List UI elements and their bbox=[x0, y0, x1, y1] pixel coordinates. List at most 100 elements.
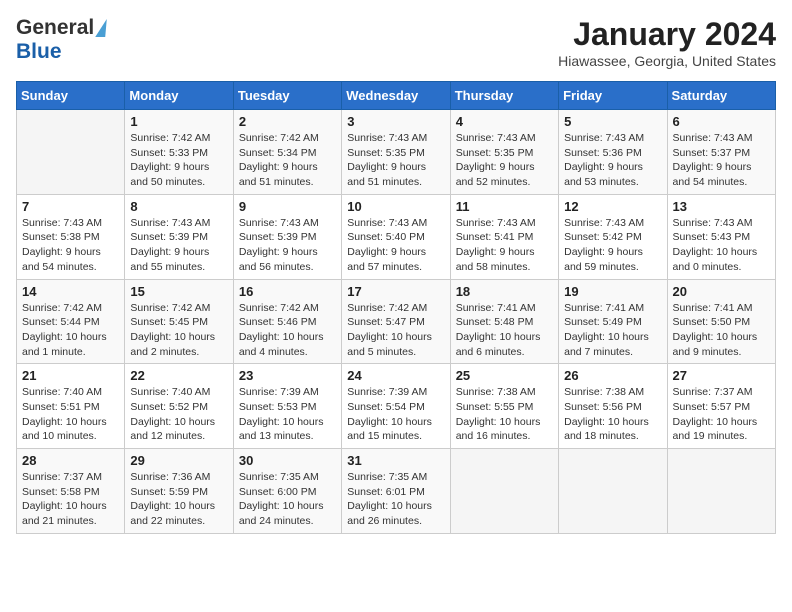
weekday-header-tuesday: Tuesday bbox=[233, 82, 341, 110]
page-subtitle: Hiawassee, Georgia, United States bbox=[558, 53, 776, 69]
day-number: 28 bbox=[22, 453, 119, 468]
day-number: 1 bbox=[130, 114, 227, 129]
day-info: Sunrise: 7:43 AMSunset: 5:39 PMDaylight:… bbox=[239, 216, 336, 275]
day-info: Sunrise: 7:37 AMSunset: 5:57 PMDaylight:… bbox=[673, 385, 770, 444]
day-number: 31 bbox=[347, 453, 444, 468]
logo-general-text: General bbox=[16, 16, 94, 40]
calendar-cell bbox=[667, 449, 775, 534]
calendar-cell: 7Sunrise: 7:43 AMSunset: 5:38 PMDaylight… bbox=[17, 194, 125, 279]
day-info: Sunrise: 7:38 AMSunset: 5:56 PMDaylight:… bbox=[564, 385, 661, 444]
calendar-table: SundayMondayTuesdayWednesdayThursdayFrid… bbox=[16, 81, 776, 534]
calendar-cell: 19 Sunrise: 7:41 AMSunset: 5:49 PMDayligh… bbox=[559, 279, 667, 364]
day-info: Sunrise: 7:40 AMSunset: 5:51 PMDaylight:… bbox=[22, 385, 119, 444]
day-info: Sunrise: 7:38 AMSunset: 5:55 PMDaylight:… bbox=[456, 385, 553, 444]
day-info: Sunrise: 7:42 AMSunset: 5:46 PMDaylight:… bbox=[239, 301, 336, 360]
day-number: 13 bbox=[673, 199, 770, 214]
calendar-cell: 15Sunrise: 7:42 AMSunset: 5:45 PMDayligh… bbox=[125, 279, 233, 364]
calendar-cell: 8Sunrise: 7:43 AMSunset: 5:39 PMDaylight… bbox=[125, 194, 233, 279]
day-number: 29 bbox=[130, 453, 227, 468]
calendar-cell: 31 Sunrise: 7:35 AMSunset: 6:01 PMDayligh… bbox=[342, 449, 450, 534]
calendar-cell: 21 Sunrise: 7:40 AMSunset: 5:51 PMDayligh… bbox=[17, 364, 125, 449]
day-info: Sunrise: 7:37 AMSunset: 5:58 PMDaylight:… bbox=[22, 470, 119, 529]
day-info: Sunrise: 7:41 AMSunset: 5:48 PMDaylight:… bbox=[456, 301, 553, 360]
day-number: 2 bbox=[239, 114, 336, 129]
day-number: 14 bbox=[22, 284, 119, 299]
day-number: 3 bbox=[347, 114, 444, 129]
day-number: 19 bbox=[564, 284, 661, 299]
day-number: 10 bbox=[347, 199, 444, 214]
calendar-cell: 13 Sunrise: 7:43 AMSunset: 5:43 PMDayligh… bbox=[667, 194, 775, 279]
day-number: 25 bbox=[456, 368, 553, 383]
calendar-cell: 2Sunrise: 7:42 AMSunset: 5:34 PMDaylight… bbox=[233, 110, 341, 195]
page-header: General Blue January 2024 Hiawassee, Geo… bbox=[16, 16, 776, 69]
day-number: 24 bbox=[347, 368, 444, 383]
calendar-cell: 27 Sunrise: 7:37 AMSunset: 5:57 PMDayligh… bbox=[667, 364, 775, 449]
day-info: Sunrise: 7:43 AMSunset: 5:41 PMDaylight:… bbox=[456, 216, 553, 275]
day-number: 8 bbox=[130, 199, 227, 214]
day-number: 30 bbox=[239, 453, 336, 468]
day-info: Sunrise: 7:43 AMSunset: 5:36 PMDaylight:… bbox=[564, 131, 661, 190]
calendar-cell: 10 Sunrise: 7:43 AMSunset: 5:40 PMDayligh… bbox=[342, 194, 450, 279]
calendar-cell: 6 Sunrise: 7:43 AMSunset: 5:37 PMDaylight… bbox=[667, 110, 775, 195]
day-number: 26 bbox=[564, 368, 661, 383]
day-number: 6 bbox=[673, 114, 770, 129]
day-number: 16 bbox=[239, 284, 336, 299]
day-info: Sunrise: 7:43 AMSunset: 5:40 PMDaylight:… bbox=[347, 216, 444, 275]
calendar-week-row: 28 Sunrise: 7:37 AMSunset: 5:58 PMDayligh… bbox=[17, 449, 776, 534]
day-info: Sunrise: 7:40 AMSunset: 5:52 PMDaylight:… bbox=[130, 385, 227, 444]
calendar-week-row: 21 Sunrise: 7:40 AMSunset: 5:51 PMDayligh… bbox=[17, 364, 776, 449]
calendar-cell: 5 Sunrise: 7:43 AMSunset: 5:36 PMDaylight… bbox=[559, 110, 667, 195]
day-number: 7 bbox=[22, 199, 119, 214]
calendar-cell: 17 Sunrise: 7:42 AMSunset: 5:47 PMDayligh… bbox=[342, 279, 450, 364]
day-info: Sunrise: 7:36 AMSunset: 5:59 PMDaylight:… bbox=[130, 470, 227, 529]
calendar-cell bbox=[450, 449, 558, 534]
day-number: 27 bbox=[673, 368, 770, 383]
calendar-cell: 3 Sunrise: 7:43 AMSunset: 5:35 PMDaylight… bbox=[342, 110, 450, 195]
logo-blue-text: Blue bbox=[16, 40, 62, 63]
calendar-cell: 22 Sunrise: 7:40 AMSunset: 5:52 PMDayligh… bbox=[125, 364, 233, 449]
day-info: Sunrise: 7:39 AMSunset: 5:53 PMDaylight:… bbox=[239, 385, 336, 444]
day-number: 22 bbox=[130, 368, 227, 383]
day-info: Sunrise: 7:41 AMSunset: 5:49 PMDaylight:… bbox=[564, 301, 661, 360]
calendar-cell: 30 Sunrise: 7:35 AMSunset: 6:00 PMDayligh… bbox=[233, 449, 341, 534]
day-number: 15 bbox=[130, 284, 227, 299]
logo-triangle-icon bbox=[95, 19, 107, 37]
calendar-cell: 16 Sunrise: 7:42 AMSunset: 5:46 PMDayligh… bbox=[233, 279, 341, 364]
day-info: Sunrise: 7:42 AMSunset: 5:33 PMDaylight:… bbox=[130, 131, 227, 190]
weekday-header-sunday: Sunday bbox=[17, 82, 125, 110]
weekday-header-thursday: Thursday bbox=[450, 82, 558, 110]
day-info: Sunrise: 7:35 AMSunset: 6:00 PMDaylight:… bbox=[239, 470, 336, 529]
day-info: Sunrise: 7:39 AMSunset: 5:54 PMDaylight:… bbox=[347, 385, 444, 444]
day-number: 17 bbox=[347, 284, 444, 299]
day-info: Sunrise: 7:43 AMSunset: 5:35 PMDaylight:… bbox=[347, 131, 444, 190]
day-number: 11 bbox=[456, 199, 553, 214]
day-info: Sunrise: 7:41 AMSunset: 5:50 PMDaylight:… bbox=[673, 301, 770, 360]
calendar-cell bbox=[17, 110, 125, 195]
title-block: January 2024 Hiawassee, Georgia, United … bbox=[558, 16, 776, 69]
calendar-cell: 25 Sunrise: 7:38 AMSunset: 5:55 PMDayligh… bbox=[450, 364, 558, 449]
day-info: Sunrise: 7:35 AMSunset: 6:01 PMDaylight:… bbox=[347, 470, 444, 529]
calendar-cell: 1 Sunrise: 7:42 AMSunset: 5:33 PMDaylight… bbox=[125, 110, 233, 195]
weekday-header-friday: Friday bbox=[559, 82, 667, 110]
calendar-week-row: 7Sunrise: 7:43 AMSunset: 5:38 PMDaylight… bbox=[17, 194, 776, 279]
calendar-cell: 14Sunrise: 7:42 AMSunset: 5:44 PMDayligh… bbox=[17, 279, 125, 364]
day-number: 21 bbox=[22, 368, 119, 383]
calendar-cell: 29 Sunrise: 7:36 AMSunset: 5:59 PMDayligh… bbox=[125, 449, 233, 534]
day-info: Sunrise: 7:43 AMSunset: 5:43 PMDaylight:… bbox=[673, 216, 770, 275]
day-number: 23 bbox=[239, 368, 336, 383]
day-number: 9 bbox=[239, 199, 336, 214]
day-number: 5 bbox=[564, 114, 661, 129]
day-info: Sunrise: 7:43 AMSunset: 5:35 PMDaylight:… bbox=[456, 131, 553, 190]
calendar-cell: 24 Sunrise: 7:39 AMSunset: 5:54 PMDayligh… bbox=[342, 364, 450, 449]
weekday-header-wednesday: Wednesday bbox=[342, 82, 450, 110]
calendar-cell: 23 Sunrise: 7:39 AMSunset: 5:53 PMDayligh… bbox=[233, 364, 341, 449]
calendar-cell bbox=[559, 449, 667, 534]
calendar-week-row: 1 Sunrise: 7:42 AMSunset: 5:33 PMDaylight… bbox=[17, 110, 776, 195]
day-number: 18 bbox=[456, 284, 553, 299]
day-number: 20 bbox=[673, 284, 770, 299]
logo: General Blue bbox=[16, 16, 107, 64]
calendar-week-row: 14Sunrise: 7:42 AMSunset: 5:44 PMDayligh… bbox=[17, 279, 776, 364]
calendar-cell: 11 Sunrise: 7:43 AMSunset: 5:41 PMDayligh… bbox=[450, 194, 558, 279]
day-info: Sunrise: 7:42 AMSunset: 5:47 PMDaylight:… bbox=[347, 301, 444, 360]
day-info: Sunrise: 7:43 AMSunset: 5:37 PMDaylight:… bbox=[673, 131, 770, 190]
